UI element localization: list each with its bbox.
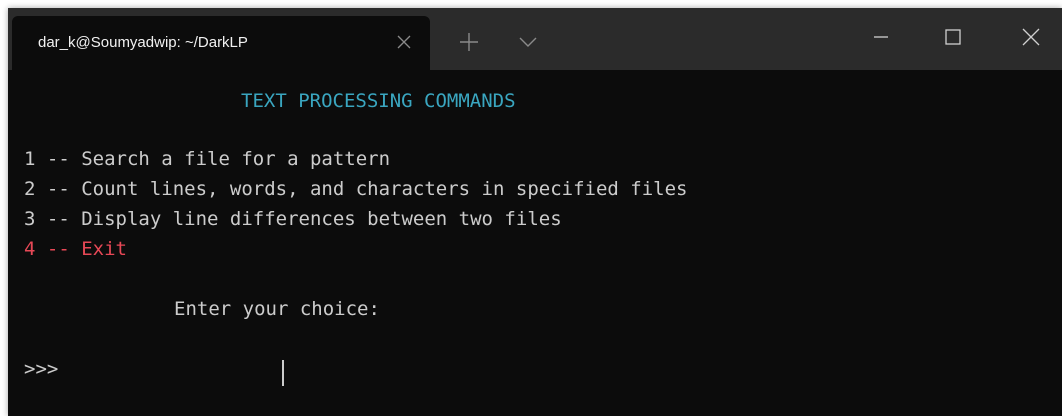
menu-option-count: 2 -- Count lines, words, and characters … xyxy=(24,178,688,200)
input-prompt-marker: >>> xyxy=(24,358,59,380)
terminal-tab[interactable]: dar_k@Soumyadwip: ~/DarkLP xyxy=(12,16,430,70)
chevron-down-icon[interactable] xyxy=(516,32,540,52)
menu-option-diff: 3 -- Display line differences between tw… xyxy=(24,208,562,230)
plus-icon[interactable] xyxy=(456,29,482,55)
terminal-output[interactable]: TEXT PROCESSING COMMANDS 1 -- Search a f… xyxy=(8,70,1062,416)
choice-prompt: Enter your choice: xyxy=(174,298,380,320)
text-cursor[interactable] xyxy=(282,360,284,386)
minimize-icon[interactable] xyxy=(866,22,896,52)
terminal-window: dar_k@Soumyadwip: ~/DarkLP TEXT PROCESSI… xyxy=(8,8,1062,416)
menu-heading: TEXT PROCESSING COMMANDS xyxy=(241,90,516,112)
menu-option-search: 1 -- Search a file for a pattern xyxy=(24,148,391,170)
maximize-icon[interactable] xyxy=(938,22,968,52)
menu-option-exit: 4 -- Exit xyxy=(24,238,127,260)
tab-title: dar_k@Soumyadwip: ~/DarkLP xyxy=(38,34,248,51)
title-bar[interactable]: dar_k@Soumyadwip: ~/DarkLP xyxy=(8,8,1062,70)
close-window-icon[interactable] xyxy=(1016,22,1046,52)
close-icon[interactable] xyxy=(392,30,416,54)
